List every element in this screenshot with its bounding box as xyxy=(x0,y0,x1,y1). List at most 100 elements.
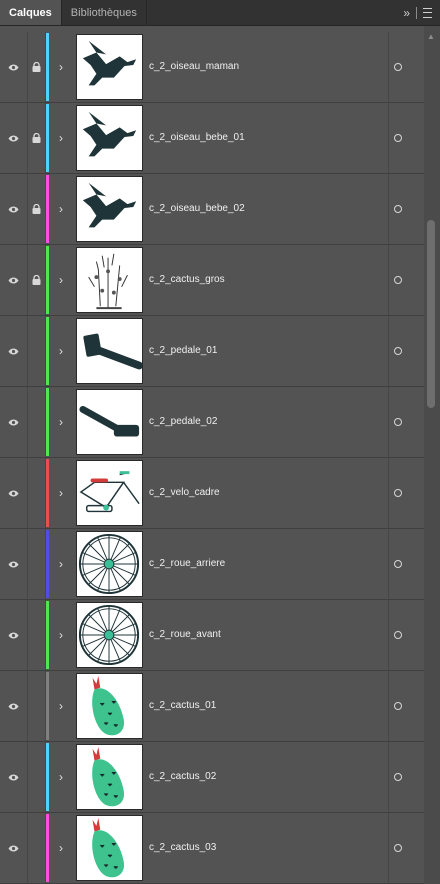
expand-chevron-icon[interactable]: › xyxy=(52,742,70,812)
visibility-eye-icon[interactable] xyxy=(0,529,27,599)
target-circle-icon[interactable] xyxy=(388,245,408,315)
controls-divider xyxy=(416,6,417,19)
layer-name[interactable]: c_2_roue_avant xyxy=(149,600,221,670)
lock-icon[interactable] xyxy=(27,32,45,102)
layer-row[interactable]: › c_2_velo_cadre xyxy=(0,458,424,529)
expand-chevron-icon[interactable]: › xyxy=(52,387,70,457)
target-circle-icon[interactable] xyxy=(388,174,408,244)
target-circle-icon[interactable] xyxy=(388,103,408,173)
tab-bibliotheques[interactable]: Bibliothèques xyxy=(62,0,147,25)
pedal-tilted-icon xyxy=(76,389,143,455)
cactus-flower-icon xyxy=(76,673,143,739)
layer-row[interactable]: › c_2_pedale_02 xyxy=(0,387,424,458)
target-circle-icon[interactable] xyxy=(388,600,408,670)
layer-row[interactable]: › c_2_pedale_01 xyxy=(0,316,424,387)
layer-name[interactable]: c_2_oiseau_bebe_01 xyxy=(149,103,245,173)
bird-icon xyxy=(76,105,143,171)
layer-color-bar xyxy=(46,530,49,598)
layer-row[interactable]: › c_2_roue_arriere xyxy=(0,529,424,600)
layer-color-bar xyxy=(46,672,49,740)
layer-row[interactable]: › c_2_cactus_02 xyxy=(0,742,424,813)
layer-color-bar xyxy=(46,743,49,811)
expand-chevron-icon[interactable]: › xyxy=(52,529,70,599)
target-circle-icon[interactable] xyxy=(388,813,408,883)
visibility-eye-icon[interactable] xyxy=(0,316,27,386)
lock-icon[interactable] xyxy=(27,245,45,315)
expand-chevron-icon[interactable]: › xyxy=(52,458,70,528)
scrollbar[interactable]: ▲ xyxy=(424,26,440,884)
layers-list: › c_2_oiseau_maman › c_2_oiseau_bebe_01 › c_2… xyxy=(0,32,424,884)
target-circle-icon[interactable] xyxy=(388,32,408,102)
lock-icon[interactable] xyxy=(27,103,45,173)
layer-name[interactable]: c_2_pedale_02 xyxy=(149,387,217,457)
target-circle-icon[interactable] xyxy=(388,671,408,741)
lock-icon[interactable] xyxy=(27,529,45,599)
visibility-eye-icon[interactable] xyxy=(0,32,27,102)
layer-name[interactable]: c_2_velo_cadre xyxy=(149,458,220,528)
lock-icon[interactable] xyxy=(27,174,45,244)
expand-chevron-icon[interactable]: › xyxy=(52,174,70,244)
layer-name[interactable]: c_2_cactus_gros xyxy=(149,245,225,315)
scroll-thumb[interactable] xyxy=(427,220,435,408)
lock-icon[interactable] xyxy=(27,671,45,741)
double-chevron-right-icon[interactable]: » xyxy=(403,6,410,20)
visibility-eye-icon[interactable] xyxy=(0,671,27,741)
target-ring xyxy=(394,844,402,852)
expand-chevron-icon[interactable]: › xyxy=(52,32,70,102)
visibility-eye-icon[interactable] xyxy=(0,813,27,883)
visibility-eye-icon[interactable] xyxy=(0,174,27,244)
layer-row[interactable]: › c_2_cactus_03 xyxy=(0,813,424,884)
tab-calques[interactable]: Calques xyxy=(0,0,62,25)
layer-name[interactable]: c_2_roue_arriere xyxy=(149,529,225,599)
layer-row[interactable]: › c_2_oiseau_bebe_01 xyxy=(0,103,424,174)
layer-row[interactable]: › c_2_cactus_gros xyxy=(0,245,424,316)
expand-chevron-icon[interactable]: › xyxy=(52,813,70,883)
lock-icon[interactable] xyxy=(27,742,45,812)
layer-color-bar xyxy=(46,814,49,882)
lock-icon[interactable] xyxy=(27,316,45,386)
bird-icon xyxy=(76,176,143,242)
visibility-eye-icon[interactable] xyxy=(0,103,27,173)
target-circle-icon[interactable] xyxy=(388,529,408,599)
lock-icon[interactable] xyxy=(27,813,45,883)
visibility-eye-icon[interactable] xyxy=(0,245,27,315)
target-ring xyxy=(394,631,402,639)
visibility-eye-icon[interactable] xyxy=(0,387,27,457)
expand-chevron-icon[interactable]: › xyxy=(52,245,70,315)
target-circle-icon[interactable] xyxy=(388,458,408,528)
layer-row[interactable]: › c_2_oiseau_maman xyxy=(0,32,424,103)
panel-controls: » xyxy=(403,0,440,25)
lock-icon[interactable] xyxy=(27,387,45,457)
panel-menu-icon[interactable] xyxy=(423,7,432,18)
target-circle-icon[interactable] xyxy=(388,316,408,386)
target-ring xyxy=(394,347,402,355)
expand-chevron-icon[interactable]: › xyxy=(52,316,70,386)
layer-color-bar xyxy=(46,459,49,527)
layer-row[interactable]: › c_2_roue_avant xyxy=(0,600,424,671)
wheel-icon xyxy=(76,602,143,668)
visibility-eye-icon[interactable] xyxy=(0,600,27,670)
target-ring xyxy=(394,134,402,142)
cactus-flower-icon xyxy=(76,815,143,881)
expand-chevron-icon[interactable]: › xyxy=(52,671,70,741)
target-circle-icon[interactable] xyxy=(388,387,408,457)
panel-tabbar: Calques Bibliothèques » xyxy=(0,0,440,26)
layer-name[interactable]: c_2_oiseau_maman xyxy=(149,32,239,102)
visibility-eye-icon[interactable] xyxy=(0,458,27,528)
target-ring xyxy=(394,702,402,710)
visibility-eye-icon[interactable] xyxy=(0,742,27,812)
target-circle-icon[interactable] xyxy=(388,742,408,812)
scroll-up-icon[interactable]: ▲ xyxy=(427,32,435,41)
lock-icon[interactable] xyxy=(27,600,45,670)
expand-chevron-icon[interactable]: › xyxy=(52,103,70,173)
expand-chevron-icon[interactable]: › xyxy=(52,600,70,670)
layer-name[interactable]: c_2_pedale_01 xyxy=(149,316,217,386)
layer-name[interactable]: c_2_cactus_03 xyxy=(149,813,216,883)
layer-name[interactable]: c_2_cactus_01 xyxy=(149,671,216,741)
layer-name[interactable]: c_2_oiseau_bebe_02 xyxy=(149,174,245,244)
lock-icon[interactable] xyxy=(27,458,45,528)
layer-name[interactable]: c_2_cactus_02 xyxy=(149,742,216,812)
layer-row[interactable]: › c_2_cactus_01 xyxy=(0,671,424,742)
layer-row[interactable]: › c_2_oiseau_bebe_02 xyxy=(0,174,424,245)
layer-color-bar xyxy=(46,388,49,456)
